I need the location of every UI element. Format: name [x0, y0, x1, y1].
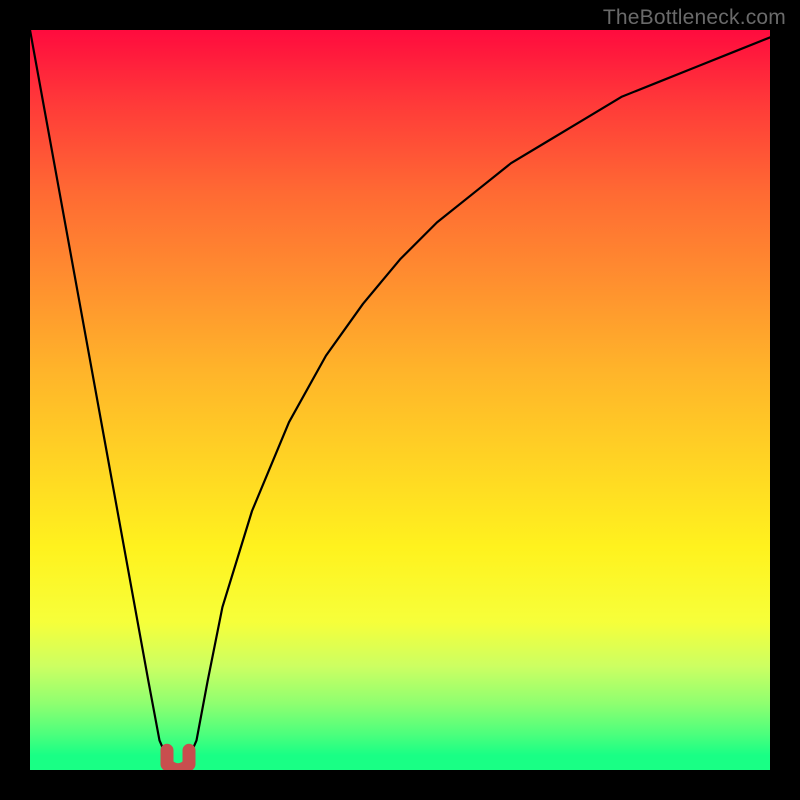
plot-background — [30, 30, 770, 770]
minimum-marker — [167, 750, 189, 770]
watermark-text: TheBottleneck.com — [603, 6, 786, 30]
bottleneck-curve — [30, 30, 770, 767]
plot-svg — [30, 30, 770, 770]
curve-layer — [30, 30, 770, 770]
chart-stage: TheBottleneck.com — [0, 0, 800, 800]
